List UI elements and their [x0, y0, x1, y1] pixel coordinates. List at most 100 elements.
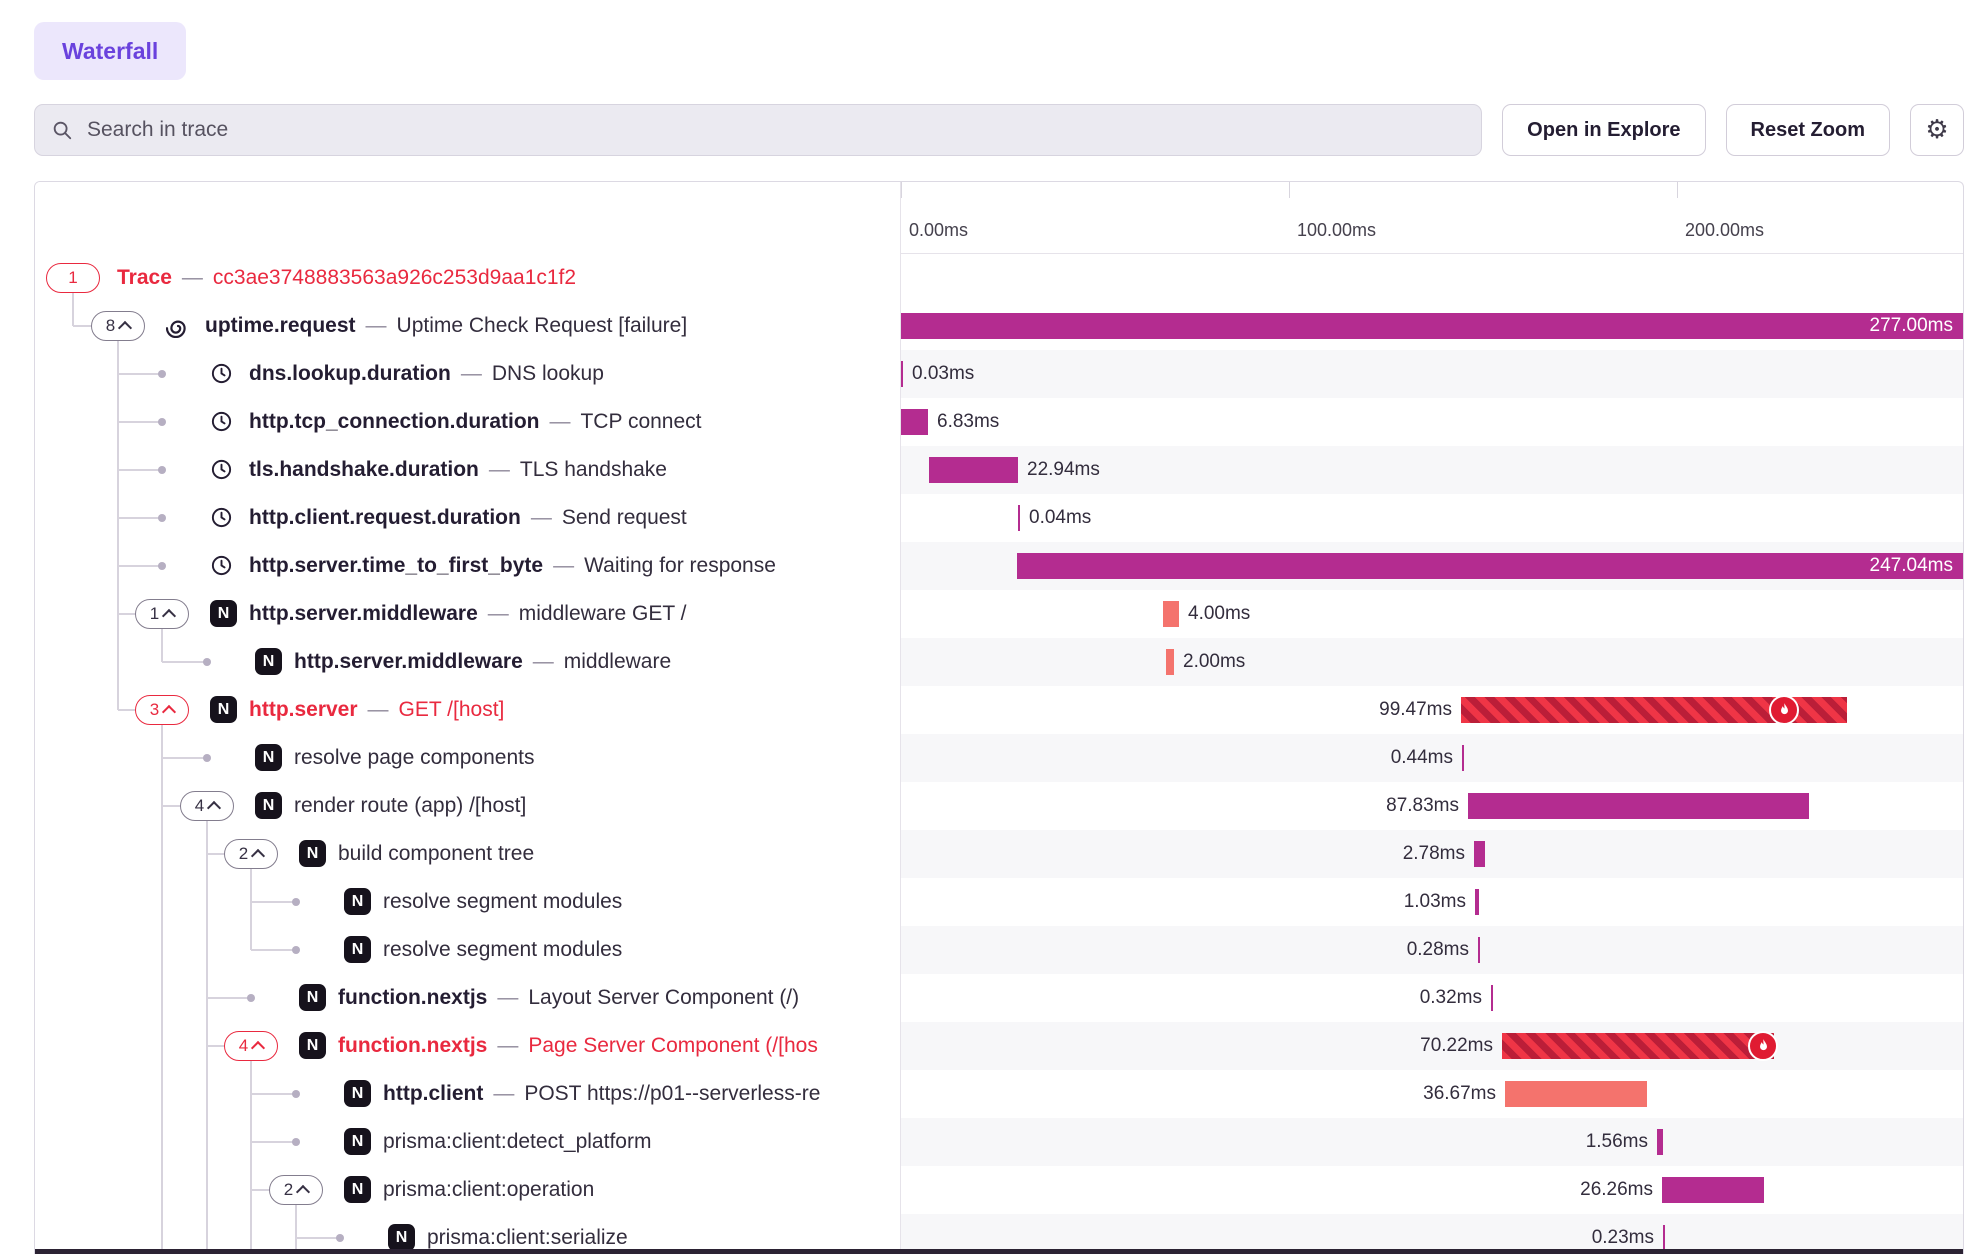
trace-row[interactable]: http.server.time_to_first_byte—Waiting f…: [35, 542, 1963, 590]
tree-node-dot: [336, 1234, 344, 1242]
separator-dash: —: [488, 602, 509, 625]
span-expand-badge[interactable]: 1: [46, 263, 100, 293]
span-op: resolve segment modules: [383, 890, 622, 913]
open-in-explore-button[interactable]: Open in Explore: [1502, 104, 1705, 156]
span-expand-badge[interactable]: 2: [269, 1175, 323, 1205]
span-expand-badge[interactable]: 4: [224, 1031, 278, 1061]
span-duration-bar[interactable]: [929, 457, 1018, 483]
span-description: POST https://p01--serverless-re: [524, 1082, 820, 1105]
span-op: function.nextjs: [338, 1034, 487, 1057]
badge-count: 1: [68, 268, 77, 288]
span-duration-bar[interactable]: [1475, 889, 1479, 915]
settings-button[interactable]: ⚙: [1910, 104, 1964, 156]
trace-row[interactable]: 1Trace—cc3ae3748883563a926c253d9aa1c1f2: [35, 254, 1963, 302]
search-container: [34, 104, 1482, 156]
separator-dash: —: [461, 362, 482, 385]
trace-row[interactable]: Nfunction.nextjs—Layout Server Component…: [35, 974, 1963, 1022]
span-duration-bar[interactable]: [1662, 1177, 1764, 1203]
separator-dash: —: [368, 698, 389, 721]
trace-row[interactable]: Nresolve page components0.44ms: [35, 734, 1963, 782]
span-title: resolve segment modules: [383, 878, 622, 926]
waterfall-cell: 6.83ms: [901, 398, 1963, 446]
trace-row[interactable]: 4Nrender route (app) /[host]87.83ms: [35, 782, 1963, 830]
waterfall-cell: 2.00ms: [901, 638, 1963, 686]
trace-row[interactable]: 8 uptime.request—Uptime Check Request [fa…: [35, 302, 1963, 350]
badge-count: 2: [239, 844, 248, 864]
span-op: http.server: [249, 698, 358, 721]
span-duration-label: 6.83ms: [937, 398, 999, 446]
span-duration-bar[interactable]: [1502, 1033, 1774, 1059]
trace-row[interactable]: 2Nbuild component tree2.78ms: [35, 830, 1963, 878]
span-duration-bar[interactable]: [1478, 937, 1480, 963]
tab-waterfall[interactable]: Waterfall: [34, 22, 186, 80]
span-name-cell: Nresolve segment modules: [35, 878, 901, 926]
span-duration-bar[interactable]: [1163, 601, 1179, 627]
trace-row[interactable]: tls.handshake.duration—TLS handshake22.9…: [35, 446, 1963, 494]
waterfall-cell: 247.04ms: [901, 542, 1963, 590]
span-expand-badge[interactable]: 1: [135, 599, 189, 629]
tree-connector-line: [206, 1214, 208, 1254]
nextjs-icon: N: [388, 1224, 415, 1251]
trace-row[interactable]: http.tcp_connection.duration—TCP connect…: [35, 398, 1963, 446]
span-title: uptime.request—Uptime Check Request [fai…: [205, 302, 687, 350]
chevron-up-icon: [296, 1185, 310, 1199]
search-input[interactable]: [35, 104, 1481, 156]
clock-icon: [210, 362, 233, 390]
trace-row[interactable]: Nresolve segment modules1.03ms: [35, 878, 1963, 926]
span-duration-bar[interactable]: [1018, 505, 1020, 531]
span-duration-bar[interactable]: [1505, 1081, 1647, 1107]
waterfall-cell: 26.26ms: [901, 1166, 1963, 1214]
span-description: Page Server Component (/[hos: [528, 1034, 818, 1057]
span-description: Layout Server Component (/): [528, 986, 799, 1009]
trace-row[interactable]: 4Nfunction.nextjs—Page Server Component …: [35, 1022, 1963, 1070]
panel-bottom-edge: [35, 1249, 1963, 1254]
trace-row[interactable]: Nresolve segment modules0.28ms: [35, 926, 1963, 974]
span-expand-badge[interactable]: 2: [224, 839, 278, 869]
nextjs-icon: N: [344, 1176, 371, 1203]
span-duration-bar[interactable]: [1663, 1225, 1665, 1251]
chevron-up-icon: [251, 1041, 265, 1055]
trace-row[interactable]: 1Nhttp.server.middleware—middleware GET …: [35, 590, 1963, 638]
span-duration-bar[interactable]: [1491, 985, 1493, 1011]
span-duration-bar[interactable]: [901, 361, 903, 387]
trace-row[interactable]: Nhttp.client—POST https://p01--serverles…: [35, 1070, 1963, 1118]
span-expand-badge[interactable]: 4: [180, 791, 234, 821]
tree-connector-line: [161, 926, 163, 974]
span-duration-bar[interactable]: [1468, 793, 1809, 819]
nextjs-icon: N: [299, 984, 326, 1011]
tree-connector-line: [118, 421, 162, 423]
tree-connector-line: [161, 1214, 163, 1254]
span-title: resolve page components: [294, 734, 535, 782]
waterfall-cell: 99.47ms: [901, 686, 1963, 734]
span-duration-bar[interactable]: [1166, 649, 1174, 675]
span-name-cell: Nprisma:client:detect_platform: [35, 1118, 901, 1166]
span-duration-bar[interactable]: 277.00ms: [901, 313, 1963, 339]
tree-connector-line: [161, 1022, 163, 1070]
trace-row[interactable]: 2Nprisma:client:operation26.26ms: [35, 1166, 1963, 1214]
tree-node-dot: [292, 946, 300, 954]
span-duration-bar[interactable]: [901, 409, 928, 435]
separator-dash: —: [182, 266, 203, 289]
trace-row[interactable]: dns.lookup.duration—DNS lookup0.03ms: [35, 350, 1963, 398]
span-expand-badge[interactable]: 8: [91, 311, 145, 341]
trace-row[interactable]: Nhttp.server.middleware—middleware2.00ms: [35, 638, 1963, 686]
trace-row[interactable]: Nprisma:client:serialize0.23ms: [35, 1214, 1963, 1254]
trace-row[interactable]: Nprisma:client:detect_platform1.56ms: [35, 1118, 1963, 1166]
span-duration-bar[interactable]: [1657, 1129, 1663, 1155]
span-name-cell: http.tcp_connection.duration—TCP connect: [35, 398, 901, 446]
reset-zoom-button[interactable]: Reset Zoom: [1726, 104, 1890, 156]
trace-row[interactable]: 3Nhttp.server—GET /[host]99.47ms: [35, 686, 1963, 734]
span-duration-bar[interactable]: 247.04ms: [1017, 553, 1963, 579]
waterfall-cell: 22.94ms: [901, 446, 1963, 494]
badge-count: 1: [150, 604, 159, 624]
span-duration-bar[interactable]: [1474, 841, 1485, 867]
span-duration-label: 0.04ms: [1029, 494, 1091, 542]
span-title: resolve segment modules: [383, 926, 622, 974]
span-duration-bar[interactable]: [1462, 745, 1464, 771]
panel-header: 0.00ms100.00ms200.00ms: [35, 182, 1963, 254]
uptime-icon: [166, 314, 190, 343]
trace-row[interactable]: http.client.request.duration—Send reques…: [35, 494, 1963, 542]
span-name-cell: 2Nprisma:client:operation: [35, 1166, 901, 1214]
span-expand-badge[interactable]: 3: [135, 695, 189, 725]
fire-icon: [1748, 1031, 1778, 1061]
